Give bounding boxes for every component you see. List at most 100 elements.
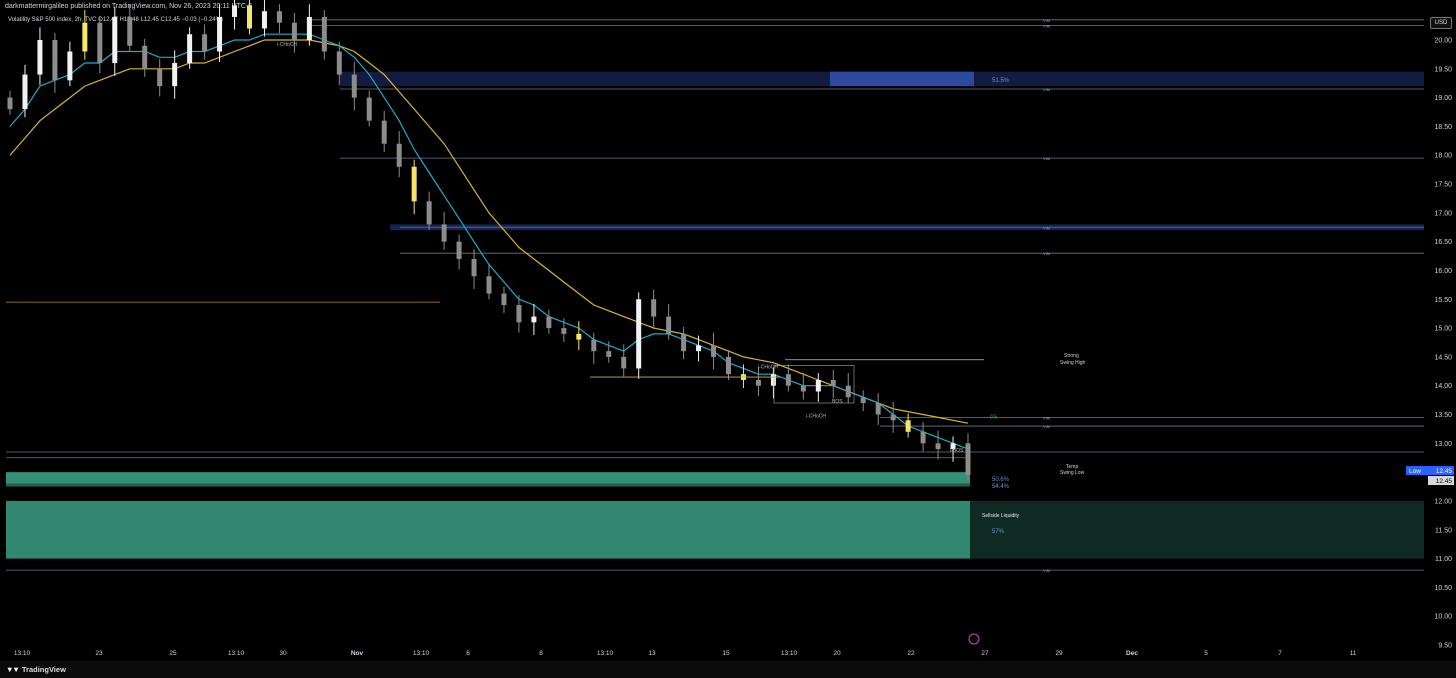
price-tick: 17.50 [1434,182,1452,189]
candle-body [591,339,597,352]
candle-body [531,316,537,323]
candle-body [261,11,267,29]
time-tick: 6 [466,650,470,657]
candle-body [396,143,402,167]
candle-body [711,345,717,357]
candle-body [157,68,163,87]
level-label: VIM [1043,568,1050,573]
zone-extension [970,500,1424,559]
candle-body [276,11,282,23]
candle-body [875,403,881,415]
zone-box [6,483,970,487]
candle-body [920,431,926,444]
price-tick: 16.00 [1434,268,1452,275]
last-price-value: 12.45 [1436,478,1453,485]
candle-body [561,328,567,334]
low-price-label: Low [1409,468,1421,475]
level-label: VIM [1043,415,1050,420]
candle-body [7,97,13,110]
price-tick: 19.50 [1434,66,1452,73]
candle-body [576,333,582,340]
candle-body [890,414,896,421]
price-tick: 10.00 [1434,614,1452,621]
choch-label: i-CHoCH [277,42,297,48]
low-price-value: 12.45 [1436,468,1453,475]
price-tick: 14.00 [1434,383,1452,390]
time-tick: 11 [1350,650,1357,657]
tradingview-mark-icon: ▼▼ [6,665,20,674]
time-tick: 22 [907,650,915,657]
zones-layer: 51.5% 50.6%54.4% 57% [6,71,1424,559]
footer-bar: ▼▼ TradingView [0,661,1456,678]
price-tick: 12.00 [1434,498,1452,505]
time-tick: 27 [981,650,989,657]
candle-body [97,22,103,64]
price-chart[interactable]: 51.5%50.6%54.4%57% VIMVIMVIMVIMVIMVIMVIM… [0,0,1456,661]
candle-body [172,63,178,87]
level-label: VIM [1043,156,1050,161]
level-label: VIM [1043,87,1050,92]
candle-body [426,201,432,225]
candle-body [306,16,312,40]
price-tick: 15.50 [1434,297,1452,304]
candle-body [755,379,761,386]
strong-high-label: Swing High [1060,360,1086,366]
candle-body [651,299,657,317]
liquidity-label: Sellside Liquidity [982,513,1020,519]
level-label: VIM [1043,225,1050,230]
candle-body [965,443,971,476]
moving-averages-layer [9,33,969,450]
price-tick: 18.00 [1434,153,1452,160]
candle-body [22,74,28,110]
price-tick: 14.50 [1434,354,1452,361]
time-tick: 13:10 [413,650,430,657]
candle-body [142,45,148,69]
candle-body [321,16,327,52]
candle-body [696,345,702,352]
candle-body [37,40,43,75]
candle-body [860,397,866,403]
time-tick: 13:10 [597,650,614,657]
strong-high-label: Strong [1064,353,1079,359]
alert-icon [968,633,980,645]
price-tick: 9.50 [1438,643,1452,650]
candle-body [232,5,238,17]
levels-layer: VIMVIMVIMVIMVIMVIMVIMVIMVIM [6,18,1424,573]
candle-body [202,34,208,52]
price-tick: 11.50 [1435,527,1452,534]
time-tick: 13 [648,650,656,657]
time-tick: 23 [95,650,103,657]
time-tick: 25 [169,650,177,657]
price-tick: 20.00 [1434,38,1452,45]
candle-body [52,40,58,81]
candle-body [681,333,687,352]
swing-low-label: Swing Low [1060,470,1085,476]
price-tick: 13.00 [1434,441,1452,448]
zone-label: 51.5% [992,78,1010,84]
price-tick: 15.00 [1434,326,1452,333]
candle-body [411,166,417,202]
candle-body [785,374,791,386]
tradingview-logo[interactable]: ▼▼ TradingView [6,665,66,674]
candle-body [187,34,193,64]
candle-body [247,5,252,29]
time-axis[interactable]: 13:10 23 25 13:10 30 Nov 13:10 6 8 13:10 13 15 13:10… [14,650,1357,657]
candle-body [82,22,88,52]
candle-body [291,22,297,40]
price-tick: 17.00 [1434,210,1452,217]
zone-box [6,472,970,484]
zone-label: 54.4% [992,484,1010,490]
candle-body [770,374,776,386]
zone-label: 57% [992,529,1005,535]
candle-body [516,305,522,323]
price-tick: 19.00 [1434,95,1452,102]
time-tick: 20 [833,650,841,657]
candle-body [636,299,642,369]
candle-body [217,16,223,52]
bos-label: i-BOS [950,448,964,454]
candle-body [830,379,836,386]
time-tick: 15 [722,650,730,657]
candle-body [127,16,133,46]
candle-body [606,351,612,357]
zone-box-highlight [830,71,974,87]
